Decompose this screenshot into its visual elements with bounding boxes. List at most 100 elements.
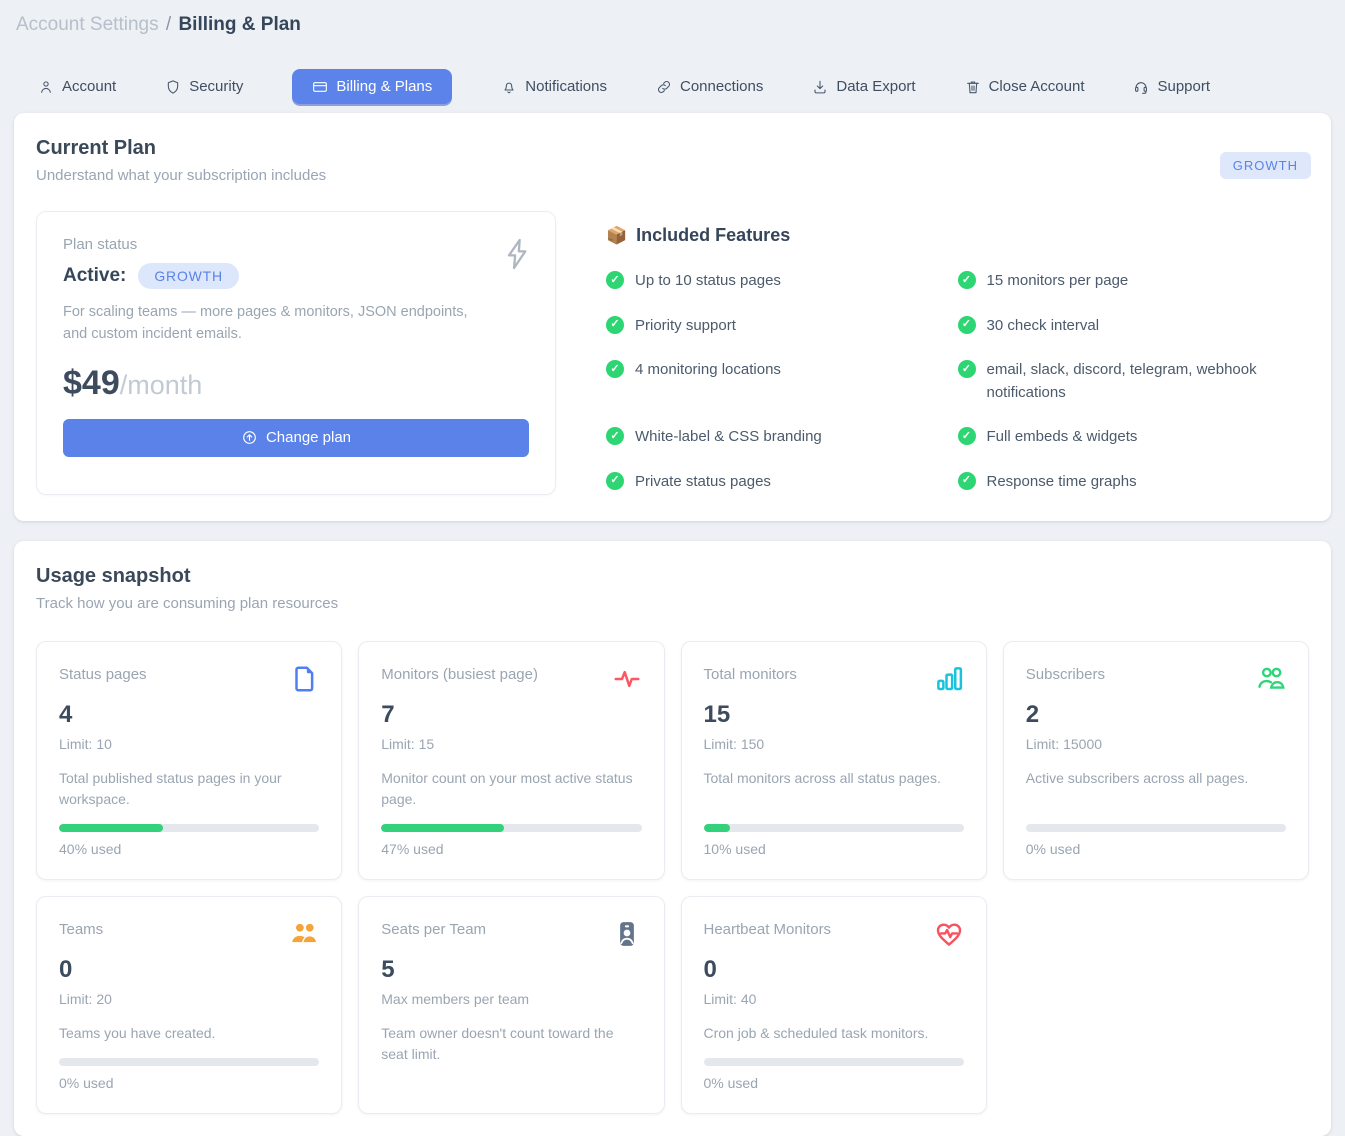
plan-status-card: Plan status Active: GROWTH For scaling t… [36,211,556,495]
usage-card-label: Total monitors [704,664,797,683]
usage-percent-label: 40% used [59,841,319,857]
credit-card-icon [312,79,328,95]
usage-card-limit: Limit: 15000 [1026,736,1286,752]
change-plan-button[interactable]: Change plan [63,419,529,457]
feature-item: 30 check interval [958,315,1310,338]
lightning-icon [501,236,533,277]
tab-connections[interactable]: Connections [656,69,763,104]
usage-card-limit: Limit: 10 [59,736,319,752]
usage-card-label: Status pages [59,664,147,683]
usage-card-limit: Max members per team [381,991,641,1007]
plan-status-label: Plan status [63,236,529,253]
feature-item: Up to 10 status pages [606,270,958,293]
usage-card-limit: Limit: 15 [381,736,641,752]
usage-card-value: 5 [381,956,641,984]
usage-card-description: Cron job & scheduled task monitors. [704,1023,964,1058]
included-features-heading: Included Features [636,225,790,246]
check-icon [958,271,976,289]
feature-text: White-label & CSS branding [635,426,822,449]
usage-card-description: Total monitors across all status pages. [704,768,964,824]
tab-close-account[interactable]: Close Account [965,69,1085,104]
arrow-up-circle-icon [241,429,258,446]
check-icon [606,316,624,334]
settings-tab-bar: Account Security Billing & Plans Notific… [38,69,1345,104]
usage-progress-track [1026,824,1286,832]
plan-status-value: Active: [63,265,126,287]
package-icon: 📦 [606,226,627,246]
headset-icon [1133,79,1149,95]
tab-label: Security [189,78,243,95]
tab-account[interactable]: Account [38,69,116,104]
tab-security[interactable]: Security [165,69,243,104]
feature-text: Full embeds & widgets [987,426,1138,449]
id-badge-icon [612,919,642,954]
bar-chart-icon [934,664,964,699]
breadcrumb: Account Settings / Billing & Plan [0,0,1345,36]
shield-icon [165,79,181,95]
usage-card-limit: Limit: 20 [59,991,319,1007]
check-icon [958,360,976,378]
usage-progress-track [704,824,964,832]
usage-card-limit: Limit: 40 [704,991,964,1007]
usage-card-value: 0 [704,956,964,984]
page-title: Billing & Plan [178,14,300,35]
plan-badge: GROWTH [138,263,239,289]
usage-card-label: Monitors (busiest page) [381,664,538,683]
check-icon [958,472,976,490]
feature-text: Private status pages [635,471,771,494]
tab-data-export[interactable]: Data Export [812,69,915,104]
feature-item: Response time graphs [958,471,1310,494]
tab-label: Account [62,78,116,95]
usage-card-label: Subscribers [1026,664,1105,683]
usage-title: Usage snapshot [36,565,1309,588]
usage-percent-label: 0% used [704,1075,964,1091]
current-plan-subtitle: Understand what your subscription includ… [36,167,1309,184]
usage-card-teams: Teams 0 Limit: 20 Teams you have created… [36,896,342,1114]
usage-progress-fill [704,824,730,832]
tab-support[interactable]: Support [1133,69,1210,104]
feature-item: Priority support [606,315,958,338]
check-icon [958,316,976,334]
usage-card-total-monitors: Total monitors 15 Limit: 150 Total monit… [681,641,987,880]
plan-description: For scaling teams — more pages & monitor… [63,301,483,346]
users-outline-icon [1256,664,1286,699]
trash-icon [965,79,981,95]
feature-text: Response time graphs [987,471,1137,494]
tab-label: Data Export [836,78,915,95]
feature-text: Priority support [635,315,736,338]
usage-progress-track [59,824,319,832]
breadcrumb-separator: / [166,14,171,35]
usage-card-description: Active subscribers across all pages. [1026,768,1286,824]
usage-card-seats-per-team: Seats per Team 5 Max members per team Te… [358,896,664,1114]
tab-label: Close Account [989,78,1085,95]
feature-item: Full embeds & widgets [958,426,1310,449]
feature-text: Up to 10 status pages [635,270,781,293]
feature-text: 4 monitoring locations [635,359,781,404]
plan-price-row: $49/month [63,364,529,403]
usage-percent-label: 0% used [1026,841,1286,857]
check-icon [958,427,976,445]
feature-text: 15 monitors per page [987,270,1129,293]
usage-card-label: Heartbeat Monitors [704,919,832,938]
change-plan-label: Change plan [266,429,351,446]
usage-card-status-pages: Status pages 4 Limit: 10 Total published… [36,641,342,880]
tab-label: Billing & Plans [336,78,432,95]
usage-card-value: 2 [1026,701,1286,729]
tab-billing-plans[interactable]: Billing & Plans [292,69,452,104]
tab-notifications[interactable]: Notifications [501,69,607,104]
breadcrumb-section[interactable]: Account Settings [16,14,159,35]
included-features-title: 📦 Included Features [606,225,1309,246]
usage-card-monitors-busiest: Monitors (busiest page) 7 Limit: 15 Moni… [358,641,664,880]
usage-percent-label: 0% used [59,1075,319,1091]
usage-cards-grid: Status pages 4 Limit: 10 Total published… [36,641,1309,1114]
feature-item: email, slack, discord, telegram, webhook… [958,359,1310,404]
usage-card-description: Total published status pages in your wor… [59,768,319,824]
usage-progress-fill [381,824,503,832]
users-filled-icon [289,919,319,954]
plan-tier-badge: GROWTH [1220,152,1311,179]
current-plan-title: Current Plan [36,137,1309,160]
feature-text: 30 check interval [987,315,1100,338]
check-icon [606,271,624,289]
usage-card-value: 7 [381,701,641,729]
activity-icon [612,664,642,699]
